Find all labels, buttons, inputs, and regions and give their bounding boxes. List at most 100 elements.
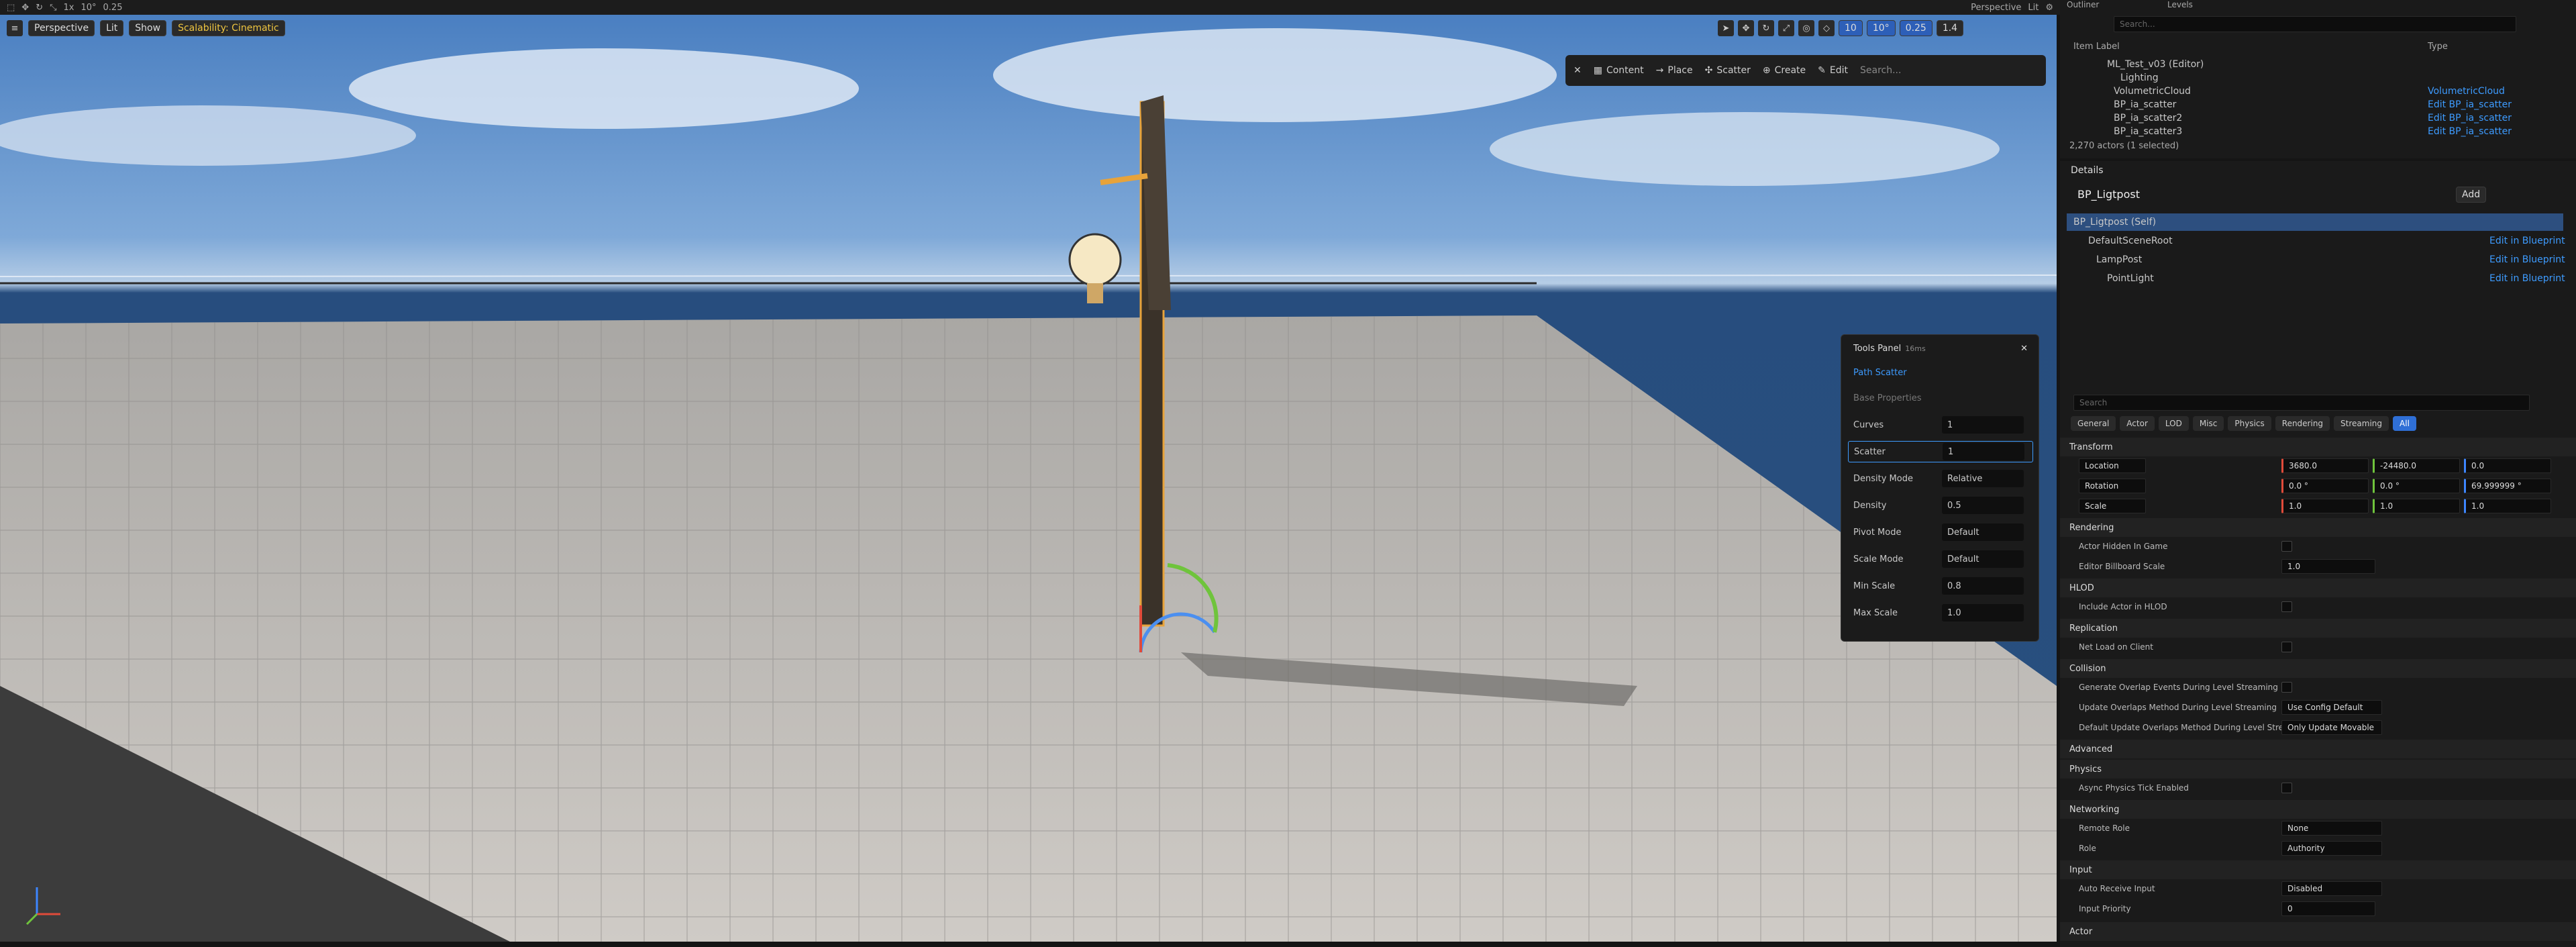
tool-prop-value[interactable]: 0.8 [1942,577,2024,595]
filter-tab[interactable]: Rendering [2275,416,2330,431]
section-replication[interactable]: Replication [2060,619,2576,638]
component-row[interactable]: BP_Ligtpost (Self) [2067,213,2563,231]
filter-tab[interactable]: General [2071,416,2116,431]
filter-tab[interactable]: Streaming [2334,416,2389,431]
section-input[interactable]: Input [2060,860,2576,879]
item-label-header[interactable]: Item Label [2073,42,2120,52]
outliner-row[interactable]: Lighting [2120,71,2159,85]
viewport-lit-button[interactable]: Lit [100,20,124,36]
scale-tool-icon[interactable]: ⤢ [1778,20,1794,36]
details-search[interactable]: Search [2073,395,2530,411]
section-rendering[interactable]: Rendering [2060,518,2576,537]
quickbar-search[interactable]: Search... [1860,65,1901,76]
rotation-x-field[interactable]: 0.0 ° [2281,479,2369,493]
outliner-row-type[interactable]: Edit BP_ia_scatter [2428,98,2512,111]
camera-speed-value[interactable]: 0.25 [103,3,123,13]
property-value[interactable]: Disabled [2281,881,2382,896]
place-button[interactable]: → Place [1656,65,1693,76]
select-mode-icon[interactable]: ⬚ [7,3,15,13]
outliner-row-type[interactable]: VolumetricCloud [2428,85,2505,98]
rotation-z-field[interactable]: 69.999999 ° [2464,479,2551,493]
edit-in-blueprint-link[interactable]: Edit in Blueprint [2489,232,2565,250]
move-icon[interactable]: ✥ [21,3,29,13]
close-icon[interactable]: ✕ [2020,344,2028,354]
settings-icon[interactable]: ⚙ [2045,3,2053,13]
outliner-search[interactable]: Search... [2114,16,2516,32]
perspective-dropdown[interactable]: Perspective [1971,3,2021,13]
angle-snap-value[interactable]: 10° [81,3,96,13]
add-component-button[interactable]: Add [2456,187,2487,203]
property-value[interactable]: Only Update Movable [2281,720,2382,735]
create-button[interactable]: ⊕ Create [1763,65,1806,76]
outliner-row[interactable]: BP_ia_scatter [2114,98,2176,111]
outliner-row[interactable]: BP_ia_scatter3 [2114,125,2182,138]
property-value[interactable]: 0 [2281,901,2375,916]
filter-tab[interactable]: All [2393,416,2416,431]
menu-icon[interactable]: ≡ [7,20,23,36]
base-properties-section[interactable]: Base Properties [1848,387,2033,409]
filter-tab[interactable]: LOD [2158,416,2189,431]
scale-icon[interactable]: ⤡ [50,3,56,13]
levels-tab[interactable]: Levels [2167,0,2193,9]
section-actor[interactable]: Actor [2060,922,2576,941]
type-header[interactable]: Type [2428,42,2448,52]
component-row[interactable]: LampPost [2096,251,2142,268]
lit-dropdown[interactable]: Lit [2028,3,2039,13]
scale-x-field[interactable]: 1.0 [2281,499,2369,513]
outliner-row[interactable]: ML_Test_v03 (Editor) [2107,58,2204,71]
outliner-row-type[interactable]: Edit BP_ia_scatter [2428,125,2512,138]
world-icon[interactable]: ◎ [1798,20,1814,36]
section-advanced[interactable]: Advanced [2060,740,2576,758]
property-value[interactable]: Use Config Default [2281,700,2382,715]
scale-z-field[interactable]: 1.0 [2464,499,2551,513]
surface-snap-icon[interactable]: ◇ [1818,20,1835,36]
rotate-icon[interactable]: ↻ [36,3,43,13]
scale-dropdown[interactable]: Scale [2079,499,2146,513]
scale-y-field[interactable]: 1.0 [2373,499,2460,513]
scatter-button[interactable]: ✣ Scatter [1705,65,1751,76]
edit-button[interactable]: ✎ Edit [1818,65,1848,76]
component-row[interactable]: PointLight [2107,270,2154,287]
section-networking[interactable]: Networking [2060,800,2576,819]
tool-prop-value[interactable]: 1.0 [1942,604,2024,621]
filter-tab[interactable]: Physics [2228,416,2271,431]
tool-prop-value[interactable]: Default [1942,524,2024,541]
content-button[interactable]: ▦ Content [1594,65,1644,76]
outliner-row-type[interactable]: Edit BP_ia_scatter [2428,111,2512,125]
property-value[interactable]: None [2281,821,2382,836]
property-checkbox[interactable] [2281,601,2292,612]
grid-snap-value[interactable]: 1x [64,3,74,13]
location-x-field[interactable]: 3680.0 [2281,458,2369,473]
scalability-badge[interactable]: Scalability: Cinematic [172,20,285,36]
tool-prop-value[interactable]: Default [1942,550,2024,568]
section-collision[interactable]: Collision [2060,659,2576,678]
filter-tab[interactable]: Misc [2192,416,2224,431]
section-transform[interactable]: Transform [2060,438,2576,456]
location-y-field[interactable]: -24480.0 [2373,458,2460,473]
property-value[interactable]: 1.0 [2281,559,2375,574]
property-checkbox[interactable] [2281,642,2292,652]
viewport-perspective-button[interactable]: Perspective [28,20,95,36]
rotation-y-field[interactable]: 0.0 ° [2373,479,2460,493]
camera-speed[interactable]: 1.4 [1936,20,1964,36]
rotate-tool-icon[interactable]: ↻ [1758,20,1774,36]
section-hlod[interactable]: HLOD [2060,579,2576,597]
edit-in-blueprint-link[interactable]: Edit in Blueprint [2489,251,2565,268]
rotation-dropdown[interactable]: Rotation [2079,479,2146,493]
tool-prop-value[interactable]: 0.5 [1942,497,2024,514]
tool-prop-value[interactable]: Relative [1942,470,2024,487]
tool-prop-value[interactable]: 1 [1943,443,2024,460]
select-icon[interactable]: ➤ [1718,20,1734,36]
property-checkbox[interactable] [2281,541,2292,552]
details-tab[interactable]: Details [2071,165,2104,176]
translate-icon[interactable]: ✥ [1738,20,1754,36]
section-physics[interactable]: Physics [2060,760,2576,779]
edit-in-blueprint-link[interactable]: Edit in Blueprint [2489,270,2565,287]
outliner-tab[interactable]: Outliner [2067,0,2099,9]
filter-tab[interactable]: Actor [2120,416,2155,431]
property-value[interactable]: Authority [2281,841,2382,856]
outliner-row[interactable]: BP_ia_scatter2 [2114,111,2182,125]
viewport-show-button[interactable]: Show [129,20,167,36]
tool-prop-value[interactable]: 1 [1942,416,2024,434]
outliner-row[interactable]: VolumetricCloud [2114,85,2191,98]
